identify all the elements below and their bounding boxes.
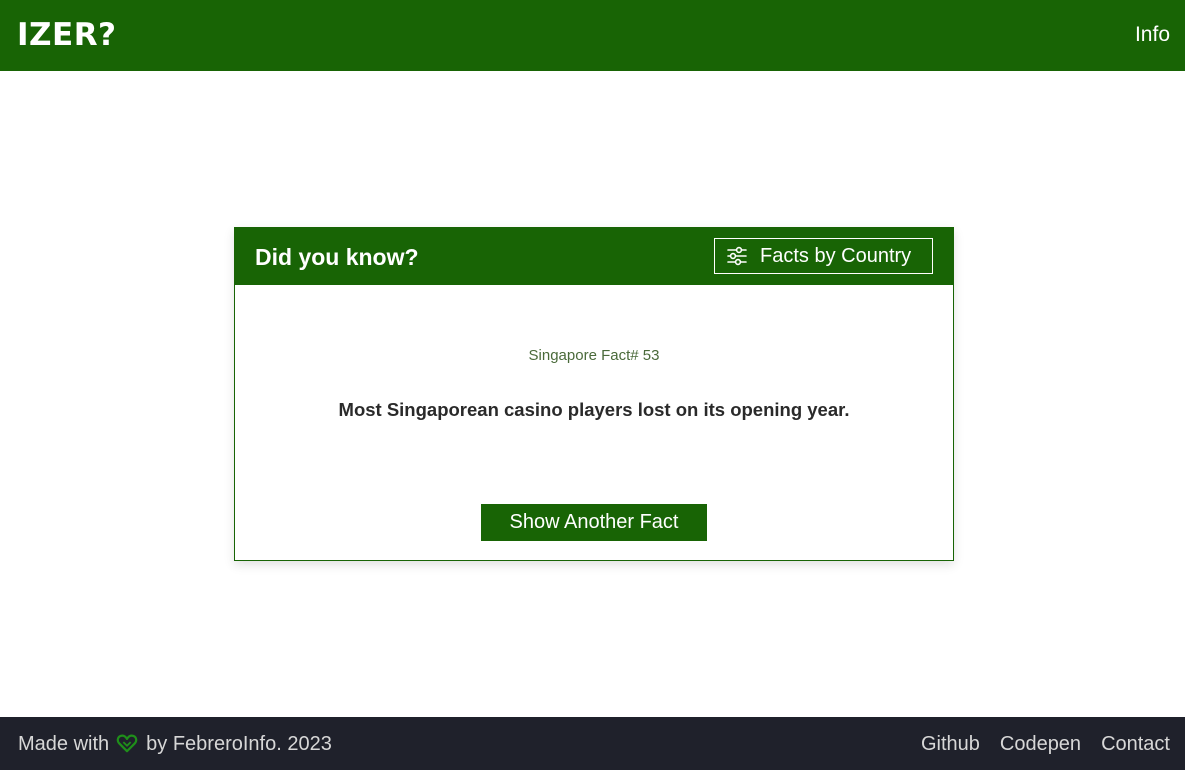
github-link[interactable]: Github [921, 732, 980, 756]
fact-text: Most Singaporean casino players lost on … [338, 399, 850, 420]
show-another-fact-button[interactable]: Show Another Fact [481, 504, 707, 541]
sliders-icon [726, 245, 748, 267]
codepen-link[interactable]: Codepen [1000, 732, 1081, 756]
footer: Made with by FebreroInfo. 2023 Github Co… [0, 717, 1185, 770]
info-link[interactable]: Info [1135, 22, 1170, 48]
fact-card: Did you know? Facts by Country Singapore… [234, 227, 954, 561]
contact-link[interactable]: Contact [1101, 732, 1170, 756]
by-author-text: by FebreroInfo. 2023 [146, 733, 332, 755]
heart-icon [116, 733, 140, 755]
footer-credit: Made with by FebreroInfo. 2023 [18, 732, 332, 756]
facts-by-country-label: Facts by Country [760, 245, 912, 267]
footer-links: Github Codepen Contact [921, 732, 1170, 756]
top-navbar: IZER? Info [0, 0, 1185, 71]
made-with-text: Made with [18, 733, 110, 755]
facts-by-country-button[interactable]: Facts by Country [714, 238, 933, 274]
app-logo[interactable]: IZER? [17, 17, 117, 53]
card-header: Did you know? Facts by Country [235, 228, 953, 285]
card-title: Did you know? [255, 244, 419, 270]
fact-number: Singapore Fact# 53 [528, 347, 660, 364]
